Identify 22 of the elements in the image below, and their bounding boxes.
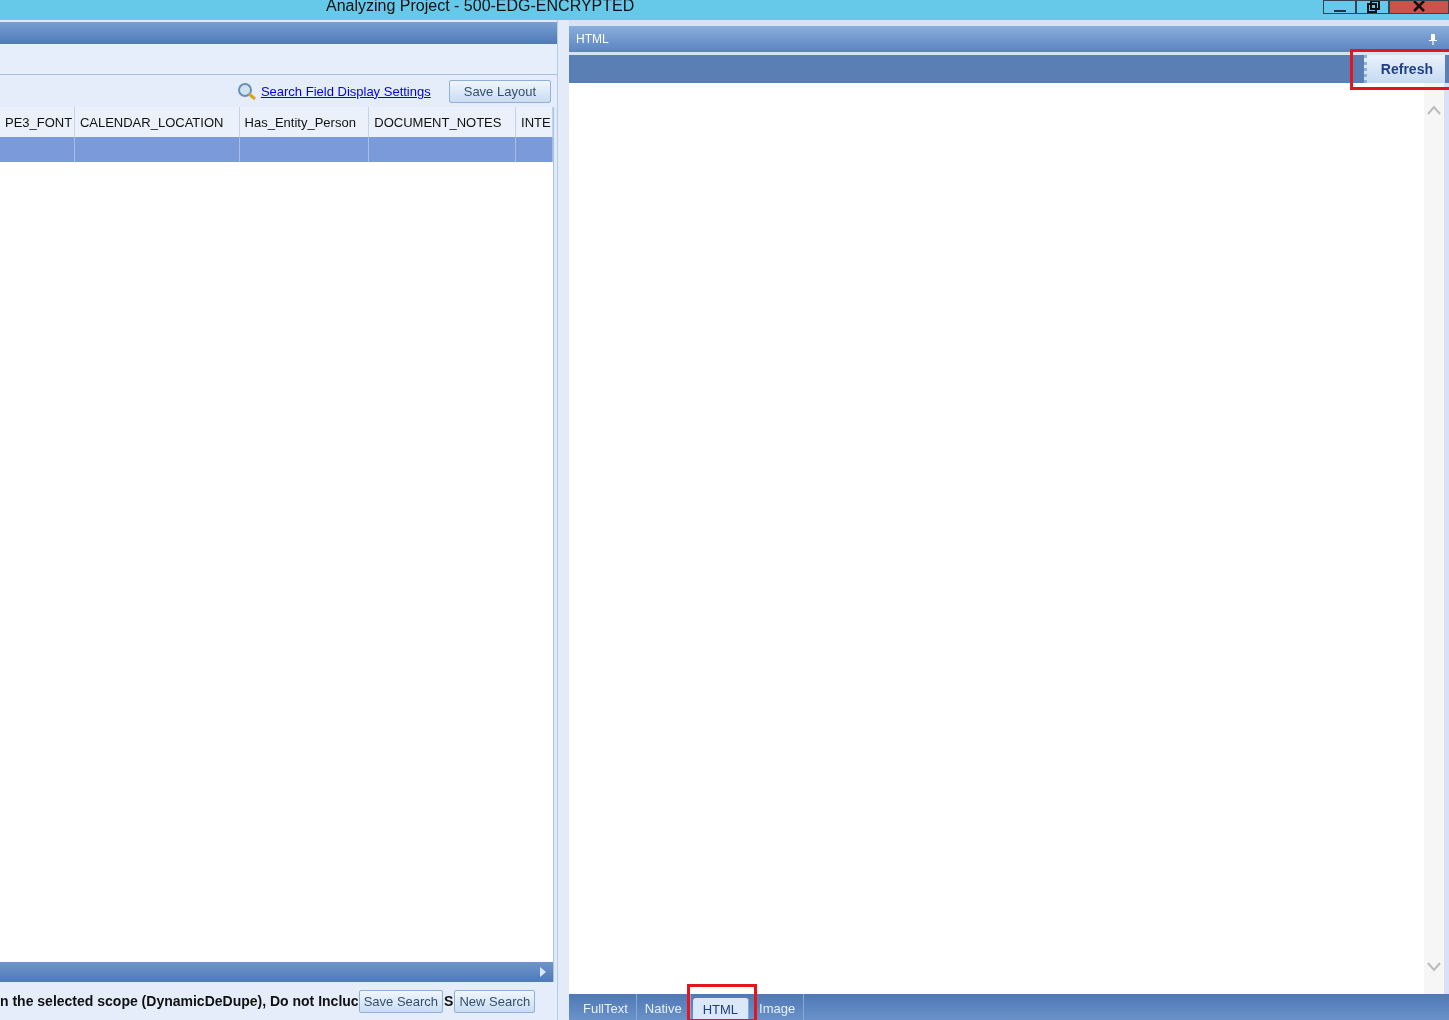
scroll-right-icon[interactable] (539, 967, 547, 977)
vertical-scrollbar[interactable] (1424, 83, 1444, 994)
new-search-button[interactable]: New Search (454, 989, 536, 1013)
search-icon (236, 82, 257, 100)
restore-button[interactable] (1356, 0, 1389, 14)
settings-link[interactable]: Search Field Display Settings (260, 83, 431, 99)
minimize-button[interactable] (1323, 0, 1356, 14)
status-text: n the selected scope (DynamicDeDupe), Do not Incluc (0, 993, 359, 1009)
scroll-down-icon[interactable] (1427, 962, 1441, 972)
pane-title: HTML (576, 32, 609, 46)
scroll-up-icon[interactable] (1427, 105, 1441, 115)
horizontal-scrollbar[interactable] (0, 962, 553, 982)
save-search-button[interactable]: Save Search (358, 989, 444, 1013)
pin-icon[interactable] (1429, 33, 1437, 45)
save-layout-button[interactable]: Save Layout (448, 79, 551, 103)
restore-icon[interactable] (1364, 1, 1381, 13)
close-icon[interactable] (1411, 1, 1427, 13)
status-text: S (444, 993, 454, 1009)
view-tab[interactable]: HTML (692, 998, 750, 1020)
close-button[interactable] (1389, 0, 1449, 14)
refresh-button[interactable]: Refresh (1363, 55, 1445, 83)
window-title: Analyzing Project - 500-EDG-ENCRYPTED (326, 0, 635, 15)
